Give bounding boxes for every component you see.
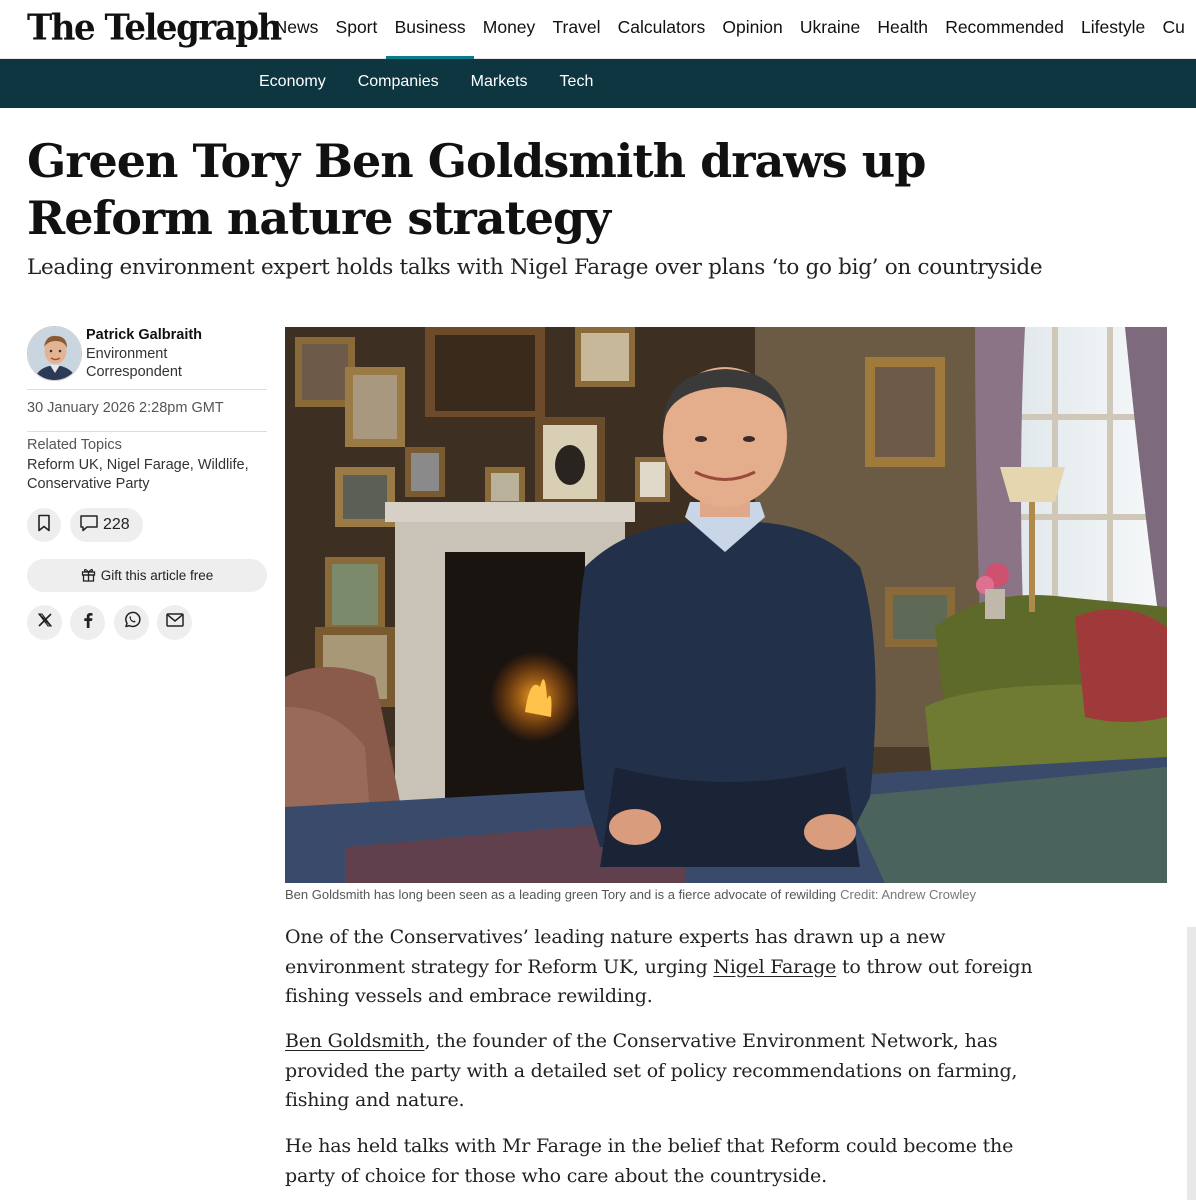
nav-item-culture[interactable]: Cu bbox=[1154, 0, 1194, 59]
related-topics-heading: Related Topics bbox=[27, 437, 122, 453]
article-paragraph: Ben Goldsmith, the founder of the Conser… bbox=[285, 1027, 1045, 1116]
page-scrollbar[interactable] bbox=[1187, 927, 1196, 1200]
nav-item-travel[interactable]: Travel bbox=[544, 0, 609, 59]
bookmark-icon bbox=[37, 514, 51, 537]
author-name[interactable]: Patrick Galbraith bbox=[86, 327, 202, 343]
paragraph-text: He has held talks with Mr Farage in the … bbox=[285, 1135, 1014, 1187]
nav-item-money[interactable]: Money bbox=[474, 0, 544, 59]
author-block: Patrick Galbraith Environment Correspond… bbox=[27, 326, 267, 390]
subnav-item-economy[interactable]: Economy bbox=[243, 59, 342, 108]
article-paragraph: One of the Conservatives’ leading nature… bbox=[285, 923, 1045, 1012]
business-subnav: Economy Companies Markets Tech bbox=[243, 59, 609, 108]
image-caption: Ben Goldsmith has long been seen as a le… bbox=[285, 887, 1167, 902]
article-headline: Green Tory Ben Goldsmith draws up Reform… bbox=[27, 134, 926, 245]
nav-item-recommended[interactable]: Recommended bbox=[937, 0, 1073, 59]
nav-item-news[interactable]: News bbox=[266, 0, 327, 59]
nav-item-business[interactable]: Business bbox=[385, 0, 475, 59]
primary-nav: News Sport Business Money Travel Calcula… bbox=[266, 0, 1193, 59]
bookmark-button[interactable] bbox=[27, 508, 61, 542]
share-facebook-button[interactable] bbox=[70, 605, 105, 640]
article-lead-image[interactable] bbox=[285, 327, 1167, 883]
share-whatsapp-button[interactable] bbox=[114, 605, 149, 640]
section-subnav-bar: Economy Companies Markets Tech bbox=[0, 59, 1196, 108]
comments-button[interactable]: 228 bbox=[70, 508, 143, 542]
nav-item-health[interactable]: Health bbox=[869, 0, 937, 59]
comment-count: 228 bbox=[103, 516, 130, 533]
link-nigel-farage[interactable]: Nigel Farage bbox=[713, 956, 836, 978]
subnav-item-tech[interactable]: Tech bbox=[544, 59, 610, 108]
image-credit: Credit: Andrew Crowley bbox=[840, 887, 976, 902]
whatsapp-icon bbox=[123, 611, 141, 634]
nav-item-ukraine[interactable]: Ukraine bbox=[791, 0, 869, 59]
share-x-button[interactable] bbox=[27, 605, 62, 640]
nav-item-opinion[interactable]: Opinion bbox=[714, 0, 792, 59]
author-avatar[interactable] bbox=[27, 326, 82, 381]
nav-item-lifestyle[interactable]: Lifestyle bbox=[1072, 0, 1153, 59]
subnav-item-companies[interactable]: Companies bbox=[342, 59, 455, 108]
link-ben-goldsmith[interactable]: Ben Goldsmith bbox=[285, 1030, 425, 1052]
author-role: Environment Correspondent bbox=[86, 346, 182, 380]
gift-icon bbox=[81, 567, 101, 585]
top-navigation-bar: The Telegraph News Sport Business Money … bbox=[0, 0, 1196, 59]
telegraph-logo[interactable]: The Telegraph bbox=[27, 7, 282, 49]
share-email-button[interactable] bbox=[157, 605, 192, 640]
related-topics-links[interactable]: Reform UK, Nigel Farage, Wildlife, Conse… bbox=[27, 456, 267, 494]
nav-item-sport[interactable]: Sport bbox=[327, 0, 386, 59]
image-caption-text: Ben Goldsmith has long been seen as a le… bbox=[285, 887, 837, 902]
subnav-item-markets[interactable]: Markets bbox=[455, 59, 544, 108]
facebook-icon bbox=[83, 612, 93, 633]
email-icon bbox=[165, 613, 184, 632]
gift-article-label: Gift this article free bbox=[100, 568, 214, 583]
nav-item-calculators[interactable]: Calculators bbox=[609, 0, 714, 59]
comment-icon bbox=[79, 514, 103, 537]
x-icon bbox=[37, 612, 53, 633]
gift-article-button[interactable]: Gift this article free bbox=[27, 559, 267, 592]
article-paragraph: He has held talks with Mr Farage in the … bbox=[285, 1132, 1045, 1191]
divider bbox=[27, 431, 267, 432]
article-standfirst: Leading environment expert holds talks w… bbox=[27, 255, 1043, 280]
publish-date: 30 January 2026 2:28pm GMT bbox=[27, 400, 224, 416]
